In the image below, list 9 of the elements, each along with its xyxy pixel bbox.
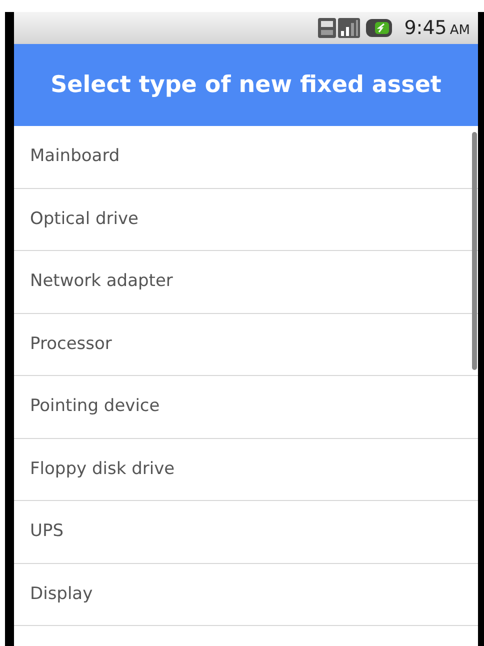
clock-time: 9:45 (404, 16, 447, 41)
list-item[interactable]: Floppy disk drive (14, 438, 478, 501)
battery-charging-icon (366, 17, 392, 39)
list-item[interactable]: Display (14, 564, 478, 626)
clock-period: AM (450, 22, 470, 40)
list-item[interactable]: UPS (14, 501, 478, 564)
network-signal-icon (318, 16, 360, 40)
list-item[interactable]: Pointing device (14, 376, 478, 438)
screen-title: Select type of new fixed asset (50, 70, 442, 100)
